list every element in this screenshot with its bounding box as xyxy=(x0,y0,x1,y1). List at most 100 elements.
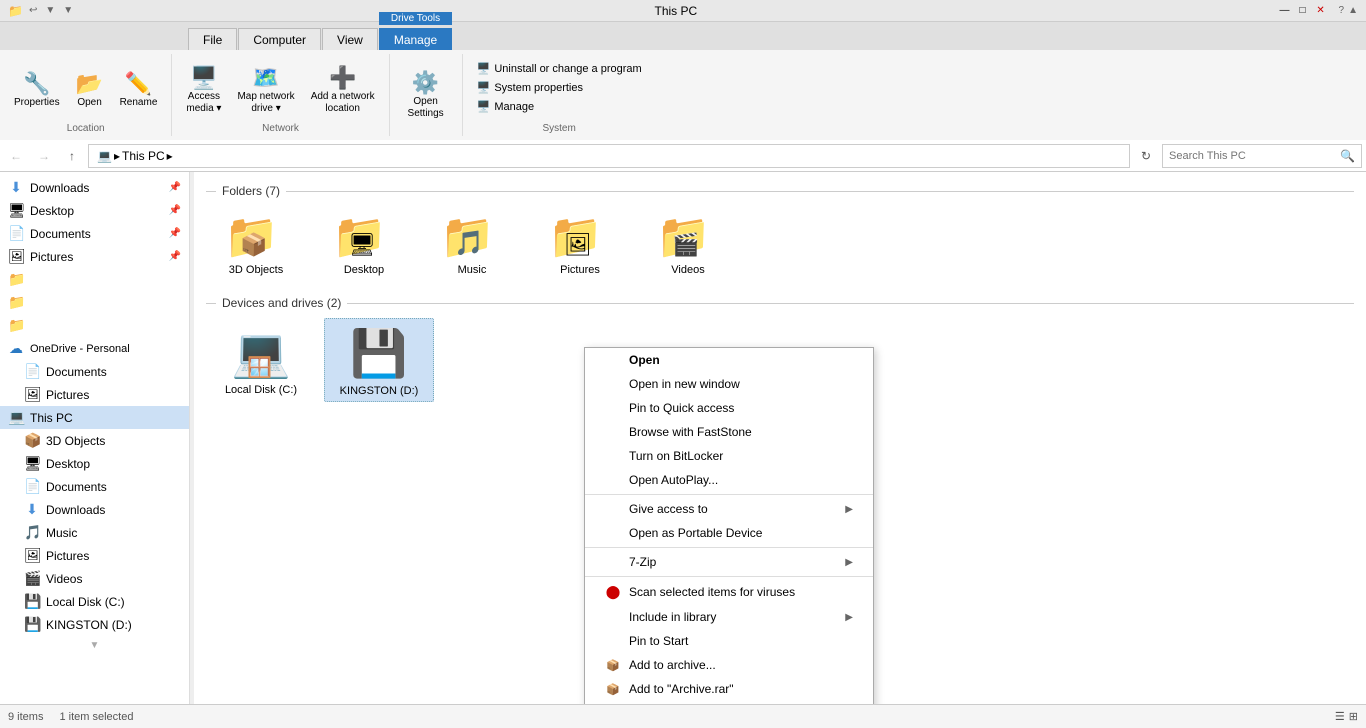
sidebar-item-pictures[interactable]: 🖼 Pictures 📌 xyxy=(0,245,189,268)
ctx-open-portable[interactable]: Open as Portable Device xyxy=(585,521,873,545)
ctx-add-archive-rar[interactable]: 📦 Add to "Archive.rar" xyxy=(585,677,873,701)
sidebar-item-pictures2[interactable]: 🖼 Pictures xyxy=(0,544,189,567)
status-bar: 9 items 1 item selected ☰ ⊞ xyxy=(0,704,1366,728)
sidebar-item-od-documents[interactable]: 📄 Documents xyxy=(0,360,189,383)
folder-music[interactable]: 📁 🎵 Music xyxy=(422,206,522,280)
back-button[interactable]: ← xyxy=(4,144,28,168)
large-icons-view-button[interactable]: ⊞ xyxy=(1349,710,1358,723)
rename-button[interactable]: ✏️ Rename xyxy=(114,69,164,113)
sidebar-item-desktop[interactable]: 🖥 Desktop 📌 xyxy=(0,199,189,222)
up-button[interactable]: ↑ xyxy=(60,144,84,168)
sidebar-item-kingston[interactable]: 💾 KINGSTON (D:) xyxy=(0,613,189,636)
search-input[interactable] xyxy=(1169,150,1336,162)
sidebar-item-documents2[interactable]: 📄 Documents xyxy=(0,475,189,498)
drive-kingston[interactable]: 💾 KINGSTON (D:) xyxy=(324,318,434,402)
ctx-library-arrow: ▶ xyxy=(845,612,853,623)
ctx-turn-on-bitlocker[interactable]: Turn on BitLocker xyxy=(585,444,873,468)
documents-sidebar-icon: 📄 xyxy=(8,225,24,242)
uninstall-program-button[interactable]: 🖥️ Uninstall or change a program xyxy=(471,60,648,77)
ctx-scan-viruses[interactable]: ⬤ Scan selected items for viruses xyxy=(585,579,873,605)
path-computer-label: ▸ xyxy=(114,149,120,163)
window-controls: — □ ✕ ? ▲ xyxy=(1277,3,1358,19)
sidebar-item-videos[interactable]: 🎬 Videos xyxy=(0,567,189,590)
sidebar-item-music[interactable]: 🎵 Music xyxy=(0,521,189,544)
ctx-add-archive[interactable]: 📦 Add to archive... xyxy=(585,653,873,677)
sidebar-item-downloads2[interactable]: ⬇ Downloads xyxy=(0,498,189,521)
sidebar-item-downloads[interactable]: ⬇ Downloads 📌 xyxy=(0,176,189,199)
ribbon-tabs-row: File Computer View Drive Tools Manage xyxy=(0,22,1366,50)
tab-view[interactable]: View xyxy=(322,28,378,50)
sidebar-item-folder2[interactable]: 📁 xyxy=(0,291,189,314)
sidebar-item-folder3[interactable]: 📁 xyxy=(0,314,189,337)
sidebar-scroll-down[interactable]: ▼ xyxy=(0,636,189,655)
content-area: Folders (7) 📁 📦 3D Objects 📁 🖥 Desktop xyxy=(194,172,1366,704)
pictures-sidebar-icon: 🖼 xyxy=(8,248,24,265)
ctx-pin-start[interactable]: Pin to Start xyxy=(585,629,873,653)
folder-desktop[interactable]: 📁 🖥 Desktop xyxy=(314,206,414,280)
folder-music-overlay: 🎵 xyxy=(454,229,484,258)
add-network-location-button[interactable]: ➕ Add a networklocation xyxy=(305,63,381,119)
quick-access-undo[interactable]: ↩ xyxy=(27,5,39,16)
add-network-icon: ➕ xyxy=(329,67,356,89)
ctx-browse-faststone[interactable]: Browse with FastStone xyxy=(585,420,873,444)
ctx-7zip[interactable]: 7-Zip ▶ xyxy=(585,550,873,574)
quick-access-customize[interactable]: ▼ xyxy=(61,5,75,16)
sidebar-item-3d-objects[interactable]: 📦 3D Objects xyxy=(0,429,189,452)
path-sep: ▸ xyxy=(167,149,173,163)
tab-file[interactable]: File xyxy=(188,28,237,50)
3d-objects-icon: 📦 xyxy=(24,432,40,449)
maximize-button[interactable]: □ xyxy=(1295,3,1311,19)
folder3-icon: 📁 xyxy=(8,317,24,334)
sidebar-item-onedrive[interactable]: ☁ OneDrive - Personal xyxy=(0,337,189,360)
map-network-drive-button[interactable]: 🗺️ Map networkdrive ▾ xyxy=(231,63,300,119)
help-button[interactable]: ? xyxy=(1339,5,1345,16)
forward-button[interactable]: → xyxy=(32,144,56,168)
ctx-open-new-window[interactable]: Open in new window xyxy=(585,372,873,396)
tab-manage[interactable]: Manage xyxy=(379,28,452,50)
tab-computer[interactable]: Computer xyxy=(238,28,321,50)
windows-icon: 🪟 xyxy=(247,355,272,380)
manage-button[interactable]: 🖥️ Manage xyxy=(471,98,648,115)
ctx-open[interactable]: Open xyxy=(585,348,873,372)
minimize-button[interactable]: — xyxy=(1277,3,1293,19)
open-settings-button[interactable]: ⚙️ OpenSettings xyxy=(398,68,454,124)
app-icon: 📁 xyxy=(8,4,23,18)
sidebar-item-folder1[interactable]: 📁 xyxy=(0,268,189,291)
folder-3d-objects[interactable]: 📁 📦 3D Objects xyxy=(206,206,306,280)
search-box[interactable]: 🔍 xyxy=(1162,144,1362,168)
details-view-button[interactable]: ☰ xyxy=(1335,710,1345,723)
this-pc-icon: 💻 xyxy=(8,409,24,426)
system-properties-button[interactable]: 🖥️ System properties xyxy=(471,79,648,96)
properties-button[interactable]: 🔧 Properties xyxy=(8,69,66,113)
sidebar-item-local-disk[interactable]: 💾 Local Disk (C:) xyxy=(0,590,189,613)
ctx-open-autoplay[interactable]: Open AutoPlay... xyxy=(585,468,873,492)
access-media-button[interactable]: 🖥️ Accessmedia ▾ xyxy=(180,63,227,119)
quick-access-down[interactable]: ▼ xyxy=(43,5,57,16)
drive-local-disk[interactable]: 💻 🪟 Local Disk (C:) xyxy=(206,318,316,402)
pictures2-icon: 🖼 xyxy=(24,547,40,564)
folder-pictures[interactable]: 📁 🖼 Pictures xyxy=(530,206,630,280)
folder-videos[interactable]: 📁 🎬 Videos xyxy=(638,206,738,280)
ribbon-group-location: 🔧 Properties 📂 Open ✏️ Rename Location xyxy=(0,54,172,136)
title-bar: 📁 ↩ ▼ ▼ This PC — □ ✕ ? ▲ xyxy=(0,0,1366,22)
open-button[interactable]: 📂 Open xyxy=(70,69,110,113)
path-this-pc: This PC xyxy=(122,149,165,163)
ctx-compress-email[interactable]: 📦 Compress and email... xyxy=(585,701,873,704)
ctx-7zip-arrow: ▶ xyxy=(845,557,853,568)
ctx-include-library[interactable]: Include in library ▶ xyxy=(585,605,873,629)
folder-pictures-overlay: 🖼 xyxy=(564,232,592,258)
rename-icon: ✏️ xyxy=(125,73,152,95)
collapse-ribbon-button[interactable]: ▲ xyxy=(1348,5,1358,16)
sidebar-item-desktop2[interactable]: 🖥 Desktop xyxy=(0,452,189,475)
address-path[interactable]: 💻 ▸ This PC ▸ xyxy=(88,144,1130,168)
folders-grid: 📁 📦 3D Objects 📁 🖥 Desktop 📁 🎵 Mu xyxy=(206,206,1354,280)
refresh-button[interactable]: ↻ xyxy=(1134,144,1158,168)
desktop-icon: 🖥 xyxy=(8,202,24,219)
properties-icon: 🔧 xyxy=(23,73,50,95)
ctx-pin-quick-access[interactable]: Pin to Quick access xyxy=(585,396,873,420)
sidebar-item-documents[interactable]: 📄 Documents 📌 xyxy=(0,222,189,245)
sidebar-item-od-pictures[interactable]: 🖼 Pictures xyxy=(0,383,189,406)
ctx-give-access[interactable]: Give access to ▶ xyxy=(585,497,873,521)
sidebar-item-this-pc[interactable]: 💻 This PC xyxy=(0,406,189,429)
close-button[interactable]: ✕ xyxy=(1313,3,1329,19)
